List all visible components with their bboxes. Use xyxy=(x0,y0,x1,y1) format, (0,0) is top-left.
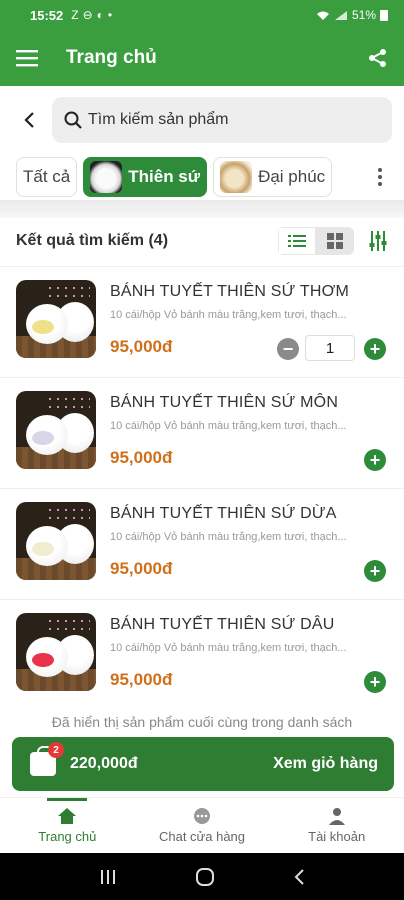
bottom-nav: Trang chủ Chat cửa hàng Tài khoản xyxy=(0,797,404,853)
chip-label: Tất cả xyxy=(23,167,71,186)
chip-all[interactable]: Tất cả xyxy=(16,157,78,197)
add-to-cart-button[interactable]: + xyxy=(364,671,386,693)
product-image xyxy=(16,391,96,469)
list-view-icon xyxy=(288,235,306,247)
view-cart-button[interactable]: Xem giỏ hàng xyxy=(273,755,378,773)
product-price: 95,000đ xyxy=(110,337,173,356)
end-of-list-note: Đã hiển thị sản phẩm cuối cùng trong dan… xyxy=(51,714,353,730)
add-to-cart-button[interactable]: + xyxy=(364,338,386,360)
product-description: 10 cái/hộp Vỏ bánh màu trắng,kem tươi, t… xyxy=(110,531,347,543)
product-price: 95,000đ xyxy=(110,670,173,689)
category-chips: Tất cả Thiên sứ Đại phúc xyxy=(0,154,404,200)
list-view-button[interactable] xyxy=(278,227,316,255)
home-button-icon[interactable] xyxy=(195,867,215,887)
signal-icon xyxy=(334,10,347,20)
chip-dai-phuc[interactable]: Đại phúc xyxy=(213,157,333,197)
cart-count-badge: 2 xyxy=(48,742,64,758)
wifi-icon xyxy=(316,11,329,20)
chip-thumbnail xyxy=(220,161,253,193)
more-options-icon[interactable] xyxy=(372,168,388,186)
status-icon: ⊖ xyxy=(82,8,93,22)
status-right: 51% xyxy=(316,8,388,22)
nav-label: Tài khoản xyxy=(308,829,366,844)
view-toggle xyxy=(278,227,354,255)
status-icon: • xyxy=(107,8,113,22)
chevron-left-icon xyxy=(24,112,34,128)
product-name: BÁNH TUYẾT THIÊN SỨ DÂU xyxy=(110,616,335,633)
back-button[interactable] xyxy=(12,103,46,137)
decrease-quantity-button[interactable]: − xyxy=(277,338,299,360)
product-description: 10 cái/hộp Vỏ bánh màu trắng,kem tươi, t… xyxy=(110,642,347,654)
product-filling xyxy=(32,431,54,445)
product-price: 95,000đ xyxy=(110,448,173,467)
chip-thumbnail xyxy=(90,161,123,193)
results-count: Kết quả tìm kiếm (4) xyxy=(16,232,169,249)
filter-icon[interactable] xyxy=(368,230,388,252)
product-price: 95,000đ xyxy=(110,559,173,578)
user-icon xyxy=(328,808,345,825)
home-icon xyxy=(58,808,77,824)
product-image xyxy=(16,613,96,691)
hamburger-menu-icon[interactable] xyxy=(16,49,38,67)
results-header: Kết quả tìm kiếm (4) xyxy=(0,218,404,264)
product-name: BÁNH TUYẾT THIÊN SỨ DỪA xyxy=(110,505,337,522)
search-icon xyxy=(64,111,82,129)
search-row: Tìm kiếm sản phẩm xyxy=(0,86,404,154)
status-notification-icons: Z ⊖ ◐ • xyxy=(71,8,112,22)
product-filling xyxy=(32,542,54,556)
product-item[interactable]: BÁNH TUYẾT THIÊN SỨ DÂU 10 cái/hộp Vỏ bá… xyxy=(0,599,404,710)
system-nav-bar xyxy=(0,853,404,900)
recent-apps-icon[interactable] xyxy=(99,869,117,885)
add-to-cart-button[interactable]: + xyxy=(364,560,386,582)
chip-label: Đại phúc xyxy=(258,167,326,186)
page-title: Trang chủ xyxy=(66,47,157,68)
search-placeholder: Tìm kiếm sản phẩm xyxy=(88,111,229,128)
shopping-bag-icon: 2 xyxy=(30,742,64,776)
cart-total: 220,000đ xyxy=(70,755,138,772)
add-to-cart-button[interactable]: + xyxy=(364,449,386,471)
product-filling xyxy=(32,653,54,667)
status-icon: ◐ xyxy=(96,8,104,22)
status-time: 15:52 xyxy=(30,7,64,23)
nav-chat[interactable]: Chat cửa hàng xyxy=(135,798,270,853)
product-description: 10 cái/hộp Vỏ bánh màu trắng,kem tươi, t… xyxy=(110,420,347,432)
chip-thien-su[interactable]: Thiên sứ xyxy=(83,157,208,197)
grid-view-button[interactable] xyxy=(316,227,354,255)
product-image xyxy=(16,502,96,580)
chat-icon xyxy=(194,808,210,824)
product-item[interactable]: BÁNH TUYẾT THIÊN SỨ DỪA 10 cái/hộp Vỏ bá… xyxy=(0,488,404,599)
product-image xyxy=(16,280,96,358)
chip-label: Thiên sứ xyxy=(128,167,201,186)
app-bar: Trang chủ xyxy=(0,30,404,86)
nav-label: Chat cửa hàng xyxy=(158,829,246,844)
product-list: BÁNH TUYẾT THIÊN SỨ THƠM 10 cái/hộp Vỏ b… xyxy=(0,266,404,710)
cart-bar[interactable]: 2 220,000đ Xem giỏ hàng xyxy=(12,737,394,791)
status-icon: Z xyxy=(71,8,79,22)
product-item[interactable]: BÁNH TUYẾT THIÊN SỨ THƠM 10 cái/hộp Vỏ b… xyxy=(0,266,404,377)
status-bar: 15:52 Z ⊖ ◐ • 51% xyxy=(0,0,404,30)
grid-view-icon xyxy=(327,233,343,249)
nav-label: Trang chủ xyxy=(38,829,97,844)
search-input[interactable]: Tìm kiếm sản phẩm xyxy=(52,97,392,143)
back-nav-icon[interactable] xyxy=(293,868,305,886)
battery-icon xyxy=(380,10,388,21)
nav-account[interactable]: Tài khoản xyxy=(269,798,404,853)
quantity-input[interactable]: 1 xyxy=(305,335,355,361)
product-description: 10 cái/hộp Vỏ bánh màu trắng,kem tươi, t… xyxy=(110,309,347,321)
product-name: BÁNH TUYẾT THIÊN SỨ THƠM xyxy=(110,283,350,300)
product-filling xyxy=(32,320,54,334)
product-item[interactable]: BÁNH TUYẾT THIÊN SỨ MÔN 10 cái/hộp Vỏ bá… xyxy=(0,377,404,488)
nav-home[interactable]: Trang chủ xyxy=(0,798,135,853)
share-icon[interactable] xyxy=(368,48,388,68)
battery-level: 51% xyxy=(351,8,376,22)
divider xyxy=(0,200,404,218)
product-name: BÁNH TUYẾT THIÊN SỨ MÔN xyxy=(110,394,339,411)
